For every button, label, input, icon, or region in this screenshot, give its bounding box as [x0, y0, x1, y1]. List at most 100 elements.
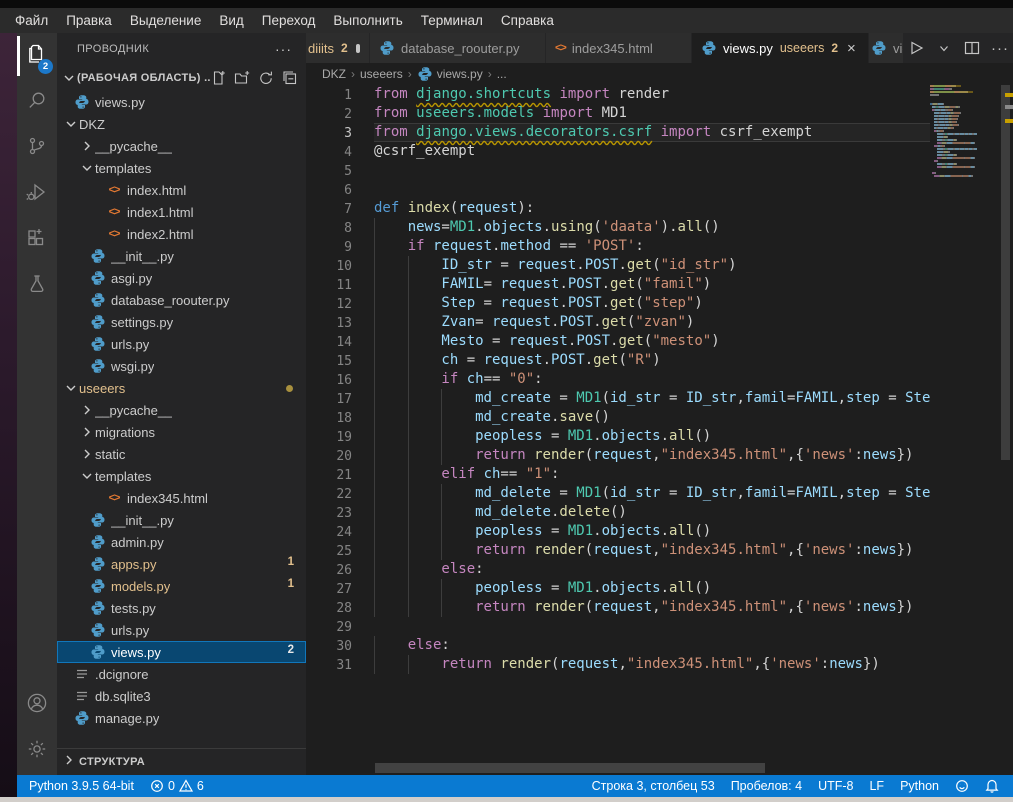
menu-item-8[interactable]: Справка: [492, 8, 563, 33]
tree-file-database-roouter-py[interactable]: database_roouter.py: [57, 289, 306, 311]
tab-database-roouter-py[interactable]: database_roouter.py: [370, 33, 546, 63]
tree-file--init-py[interactable]: __init__.py: [57, 245, 306, 267]
minimap[interactable]: [930, 85, 1000, 285]
code-token: request: [458, 200, 517, 216]
tree-file-urls-py[interactable]: urls.py: [57, 619, 306, 641]
activitybar-testing[interactable]: [17, 263, 57, 309]
run-python-file-button[interactable]: [904, 36, 928, 60]
tree-folder-migrations[interactable]: migrations: [57, 421, 306, 443]
tree-file-asgi-py[interactable]: asgi.py: [57, 267, 306, 289]
breadcrumb[interactable]: DKZ›useeers›views.py›...: [306, 63, 1013, 85]
split-editor-button[interactable]: [960, 36, 984, 60]
encoding-status[interactable]: UTF-8: [810, 775, 861, 797]
tree-file--init-py[interactable]: __init__.py: [57, 509, 306, 531]
tree-file-apps-py[interactable]: apps.py1: [57, 553, 306, 575]
line-number: 2: [306, 104, 352, 123]
menu-item-5[interactable]: Переход: [253, 8, 325, 33]
tree-file-db-sqlite3[interactable]: db.sqlite3: [57, 685, 306, 707]
run-dropdown-button[interactable]: [932, 36, 956, 60]
tree-file-index-html[interactable]: <>index.html: [57, 179, 306, 201]
activitybar-extensions[interactable]: [17, 217, 57, 263]
menu-item-7[interactable]: Терминал: [412, 8, 492, 33]
indent-guide: [441, 541, 475, 560]
tree-file-index1-html[interactable]: <>index1.html: [57, 201, 306, 223]
code-line-9: 9if request.method == 'POST':: [306, 237, 930, 256]
menu-item-1[interactable]: Файл: [6, 8, 57, 33]
tree-file-urls-py[interactable]: urls.py: [57, 333, 306, 355]
code-token: from: [374, 105, 408, 121]
tree-item-label: settings.py: [111, 315, 173, 330]
tree-folder--pycache-[interactable]: __pycache__: [57, 399, 306, 421]
tree-folder-templates[interactable]: templates: [57, 157, 306, 179]
breadcrumb-item-useeers[interactable]: useeers: [360, 67, 403, 81]
eol-status[interactable]: LF: [861, 775, 892, 797]
breadcrumb-item-views-py[interactable]: views.py: [417, 66, 483, 82]
activitybar-explorer[interactable]: 2: [17, 33, 57, 79]
python-interpreter-status[interactable]: Python 3.9.5 64-bit: [21, 775, 142, 797]
breadcrumb-item-DKZ[interactable]: DKZ: [322, 67, 346, 81]
tab-views-py[interactable]: views.pyuseeers2×: [692, 33, 869, 63]
tree-item-label: admin.py: [111, 535, 164, 550]
code-line-text: else:: [374, 560, 930, 579]
tree-file-index345-html[interactable]: <>index345.html: [57, 487, 306, 509]
vertical-scrollbar[interactable]: [1001, 85, 1010, 460]
editor-actions: ···: [904, 33, 1013, 63]
tree-item-label: manage.py: [95, 711, 159, 726]
problems-status[interactable]: 06: [142, 775, 212, 797]
feedback-button[interactable]: [947, 775, 977, 797]
tree-file-tests-py[interactable]: tests.py: [57, 597, 306, 619]
indentation-status[interactable]: Пробелов: 4: [723, 775, 810, 797]
horizontal-scrollbar[interactable]: [375, 763, 765, 773]
tab-vie[interactable]: vie: [869, 33, 904, 63]
menu-item-3[interactable]: Выделение: [121, 8, 211, 33]
code-token: step: [846, 390, 880, 406]
indentation-label: Пробелов: 4: [731, 779, 802, 793]
tree-file-models-py[interactable]: models.py1: [57, 575, 306, 597]
close-tab-icon[interactable]: ×: [847, 41, 856, 56]
html-icon: <>: [105, 206, 123, 218]
notifications-button[interactable]: [977, 775, 1007, 797]
tree-file-admin-py[interactable]: admin.py: [57, 531, 306, 553]
indent-guide: [441, 427, 475, 446]
tree-file-views-py[interactable]: views.py: [57, 91, 306, 113]
new-file-button-icon[interactable]: [210, 70, 226, 86]
activitybar-search[interactable]: [17, 79, 57, 125]
tree-file-views-py[interactable]: views.py2: [57, 641, 306, 663]
tree-folder-useeers[interactable]: useeers: [57, 377, 306, 399]
tab-diiits[interactable]: diiits2: [306, 33, 370, 63]
activitybar-settings[interactable]: [17, 728, 57, 774]
tree-folder-templates[interactable]: templates: [57, 465, 306, 487]
breadcrumb-item--[interactable]: ...: [497, 67, 507, 81]
activitybar-source-control[interactable]: [17, 125, 57, 171]
tree-file-wsgi-py[interactable]: wsgi.py: [57, 355, 306, 377]
indent-guide: [441, 598, 475, 617]
menu-item-2[interactable]: Правка: [57, 8, 121, 33]
menu-item-6[interactable]: Выполнить: [324, 8, 411, 33]
code-line-25: 25return render(request,"index345.html",…: [306, 541, 930, 560]
language-mode-status[interactable]: Python: [892, 775, 947, 797]
tree-folder-DKZ[interactable]: DKZ: [57, 113, 306, 135]
code-editor[interactable]: 1from django.shortcuts import render2fro…: [306, 85, 930, 763]
collapse-folders-button-icon[interactable]: [282, 70, 298, 86]
activitybar-account[interactable]: [17, 682, 57, 728]
tree-file-settings-py[interactable]: settings.py: [57, 311, 306, 333]
workspace-section-header[interactable]: (РАБОЧАЯ ОБЛАСТЬ) ...: [57, 65, 306, 91]
menu-item-4[interactable]: Вид: [210, 8, 252, 33]
tab-index345-html[interactable]: <>index345.html: [546, 33, 692, 63]
cursor-position-status[interactable]: Строка 3, столбец 53: [584, 775, 723, 797]
code-token: (: [652, 257, 660, 273]
refresh-explorer-button-icon[interactable]: [258, 70, 274, 86]
tree-file--dcignore[interactable]: .dcignore: [57, 663, 306, 685]
activitybar-run-debug[interactable]: [17, 171, 57, 217]
new-folder-button-icon[interactable]: [234, 70, 250, 86]
tree-folder--pycache-[interactable]: __pycache__: [57, 135, 306, 157]
sidebar-more-actions-icon[interactable]: ···: [275, 41, 292, 57]
code-line-text: Step = request.POST.get("step"): [374, 294, 930, 313]
tree-file-index2-html[interactable]: <>index2.html: [57, 223, 306, 245]
outline-section-header[interactable]: СТРУКТУРА: [57, 748, 306, 775]
tree-file-manage-py[interactable]: manage.py: [57, 707, 306, 729]
more-actions-button[interactable]: ···: [988, 36, 1012, 60]
minimap-warning-highlight: [930, 91, 973, 93]
tree-folder-static[interactable]: static: [57, 443, 306, 465]
code-token: .: [602, 276, 610, 292]
